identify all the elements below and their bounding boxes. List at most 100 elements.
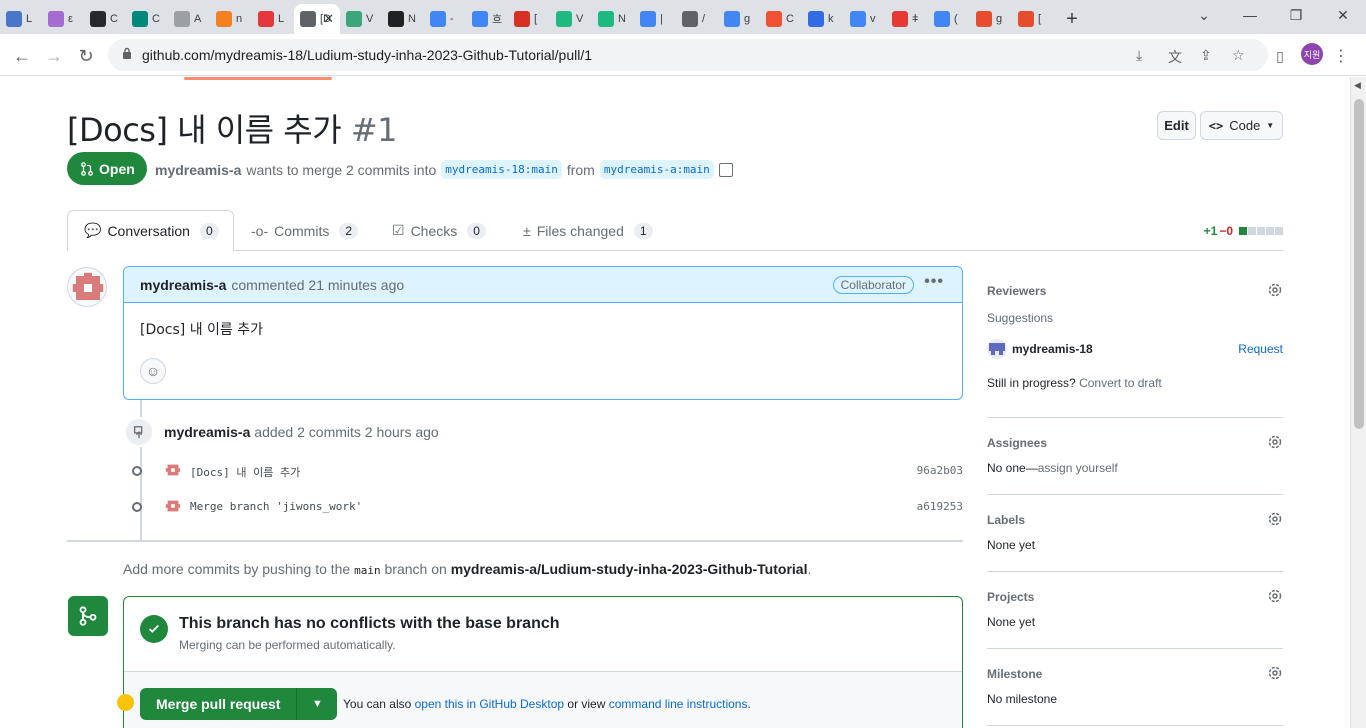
scroll-up-icon[interactable]: ◀ bbox=[1354, 80, 1361, 91]
page-scrollbar[interactable]: ◀ bbox=[1350, 77, 1366, 728]
brave-icon bbox=[976, 11, 992, 27]
tab-label: Checks bbox=[410, 222, 458, 239]
assign-yourself-link[interactable]: assign yourself bbox=[1038, 461, 1118, 475]
browser-tab[interactable]: g bbox=[970, 4, 1012, 34]
share-icon[interactable]: ⇪ bbox=[1200, 47, 1212, 64]
scrollbar-thumb[interactable] bbox=[1354, 99, 1364, 429]
smiley-icon[interactable]: ☺ bbox=[140, 358, 166, 384]
browser-tab-title: ( bbox=[954, 13, 958, 25]
base-branch[interactable]: mydreamis-18:main bbox=[441, 160, 562, 179]
convert-to-draft-link[interactable]: Convert to draft bbox=[1079, 376, 1162, 390]
browser-tab[interactable]: [ bbox=[508, 4, 550, 34]
browser-tab[interactable]: n bbox=[210, 4, 252, 34]
tab-counter: 0 bbox=[467, 222, 486, 239]
code-button[interactable]: <> Code ▼ bbox=[1200, 111, 1283, 140]
new-tab-icon[interactable]: + bbox=[1054, 4, 1090, 34]
browser-tab[interactable]: L bbox=[252, 4, 294, 34]
head-branch[interactable]: mydreamis-a:main bbox=[599, 160, 714, 179]
commit-message[interactable]: [Docs] 내 이름 추가 bbox=[190, 464, 300, 480]
comment-time[interactable]: commented 21 minutes ago bbox=[231, 277, 404, 293]
tab-search-chevron-icon[interactable]: ⌄ bbox=[1181, 0, 1227, 30]
forward-arrow-icon[interactable]: → bbox=[40, 42, 68, 70]
browser-tab[interactable]: A bbox=[168, 4, 210, 34]
restore-icon[interactable]: ❐ bbox=[1273, 0, 1319, 30]
diffstat-block bbox=[1239, 227, 1247, 235]
commit-row: Merge branch 'jiwons_work' a619253 bbox=[130, 497, 963, 517]
commit-sha[interactable]: a619253 bbox=[917, 500, 963, 513]
comment-author[interactable]: mydreamis-a bbox=[140, 277, 226, 293]
browser-tab[interactable]: L bbox=[0, 4, 42, 34]
gear-icon[interactable] bbox=[1267, 588, 1283, 604]
triangle-down-icon[interactable]: ▼ bbox=[297, 688, 337, 720]
address-bar[interactable]: github.com/mydreamis-18/Ludium-study-inh… bbox=[108, 39, 1268, 71]
browser-tab[interactable]: C bbox=[84, 4, 126, 34]
labels-value: None yet bbox=[987, 538, 1036, 552]
browser-tab-title: L bbox=[26, 13, 33, 25]
event-author[interactable]: mydreamis-a bbox=[164, 424, 250, 440]
browser-tab[interactable]: / bbox=[676, 4, 718, 34]
browser-tab[interactable]: N bbox=[592, 4, 634, 34]
browser-tab[interactable]: C bbox=[760, 4, 802, 34]
browser-tab[interactable]: | bbox=[634, 4, 676, 34]
suggestions-label: Suggestions bbox=[987, 311, 1054, 325]
diff-deletions: −0 bbox=[1219, 224, 1233, 238]
browser-tab-title: L bbox=[278, 13, 285, 25]
browser-tab[interactable]: - bbox=[424, 4, 466, 34]
edit-button[interactable]: Edit bbox=[1157, 111, 1196, 140]
repo-link[interactable]: mydreamis-a/Ludium-study-inha-2023-Githu… bbox=[451, 561, 808, 577]
browser-tab[interactable]: ǂ bbox=[886, 4, 928, 34]
back-arrow-icon[interactable]: ← bbox=[8, 42, 36, 70]
kubernetes-icon bbox=[808, 11, 824, 27]
gear-icon[interactable] bbox=[1267, 434, 1283, 450]
reviewer-name[interactable]: mydreamis-18 bbox=[1012, 342, 1093, 356]
gear-icon[interactable] bbox=[1267, 282, 1283, 298]
side-panel-icon[interactable]: ▯ bbox=[1266, 42, 1294, 70]
more-menu-icon[interactable]: ⋮ bbox=[1327, 42, 1355, 70]
minimize-icon[interactable]: — bbox=[1227, 0, 1273, 30]
browser-tab[interactable]: ε bbox=[42, 4, 84, 34]
translate-icon[interactable]: 文 bbox=[1168, 47, 1182, 67]
commit-message[interactable]: Merge branch 'jiwons_work' bbox=[190, 500, 362, 513]
or-view-text: or view bbox=[567, 697, 606, 711]
browser-tab[interactable]: v bbox=[844, 4, 886, 34]
browser-tab[interactable]: N bbox=[382, 4, 424, 34]
command-line-link[interactable]: command line instructions bbox=[609, 697, 748, 711]
browser-tab-title: g bbox=[744, 13, 751, 25]
tab-checks[interactable]: ☑ Checks 0 bbox=[392, 210, 486, 251]
browser-tab[interactable]: k bbox=[802, 4, 844, 34]
browser-tab[interactable]: [ bbox=[1012, 4, 1054, 34]
close-tab-icon[interactable]: ✕ bbox=[323, 11, 334, 27]
merge-pull-request-button[interactable]: Merge pull request bbox=[140, 688, 298, 720]
request-review-button[interactable]: Request bbox=[1238, 342, 1283, 356]
gear-icon[interactable] bbox=[1267, 511, 1283, 527]
copy-icon[interactable] bbox=[718, 162, 733, 177]
browser-tab[interactable]: [D ✕ bbox=[294, 4, 340, 34]
browser-tab[interactable]: 흐 bbox=[466, 4, 508, 34]
close-window-icon[interactable]: ✕ bbox=[1320, 0, 1366, 30]
tab-conversation[interactable]: 💬 Conversation 0 bbox=[67, 210, 234, 251]
profile-avatar[interactable]: 지원 bbox=[1301, 43, 1323, 65]
add-more-commits-text: Add more commits by pushing to the main … bbox=[123, 561, 811, 577]
install-icon[interactable]: ⤓ bbox=[1136, 47, 1142, 64]
github-desktop-link[interactable]: open this in GitHub Desktop bbox=[415, 697, 564, 711]
diffstat-block bbox=[1257, 227, 1265, 235]
kebab-icon[interactable]: ••• bbox=[924, 273, 944, 291]
browser-tab[interactable]: V bbox=[340, 4, 382, 34]
cursor-indicator bbox=[117, 694, 134, 711]
add-more-suffix: . bbox=[807, 561, 812, 577]
tab-counter: 1 bbox=[633, 222, 653, 239]
browser-tab[interactable]: g bbox=[718, 4, 760, 34]
google-icon bbox=[934, 11, 950, 27]
avatar[interactable] bbox=[67, 267, 107, 307]
author-link[interactable]: mydreamis-a bbox=[155, 162, 241, 178]
reload-icon[interactable]: ↻ bbox=[72, 42, 100, 70]
tab-files-changed[interactable]: ± Files changed 1 bbox=[523, 210, 653, 251]
browser-tab[interactable]: V bbox=[550, 4, 592, 34]
browser-tab[interactable]: C bbox=[126, 4, 168, 34]
bookmark-star-icon[interactable]: ☆ bbox=[1232, 47, 1245, 64]
commit-sha[interactable]: 96a2b03 bbox=[917, 464, 963, 477]
browser-tab[interactable]: ( bbox=[928, 4, 970, 34]
gear-icon[interactable] bbox=[1267, 665, 1283, 681]
tab-commits[interactable]: -o- Commits 2 bbox=[251, 210, 359, 251]
identicon-icon bbox=[165, 464, 181, 476]
